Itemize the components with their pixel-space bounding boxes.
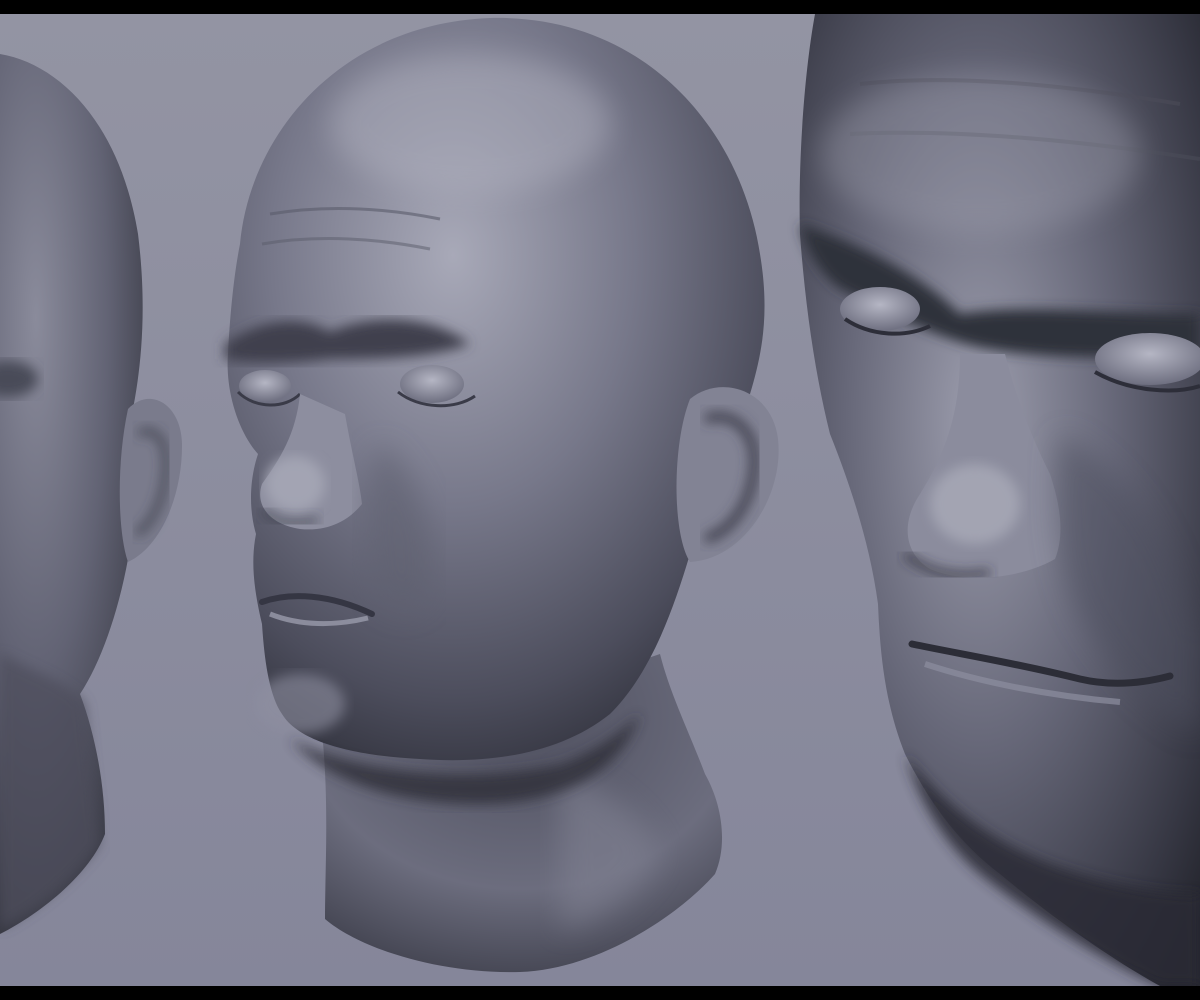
letterbox-bottom-bar (0, 986, 1200, 1000)
sculpt-render-image (0, 14, 1200, 986)
render-viewport (0, 0, 1200, 1000)
sculpt-render-area (0, 14, 1200, 986)
closeup-right-eye-shape (1095, 333, 1200, 385)
letterbox-top-bar (0, 0, 1200, 14)
right-eye-shape (400, 365, 464, 403)
